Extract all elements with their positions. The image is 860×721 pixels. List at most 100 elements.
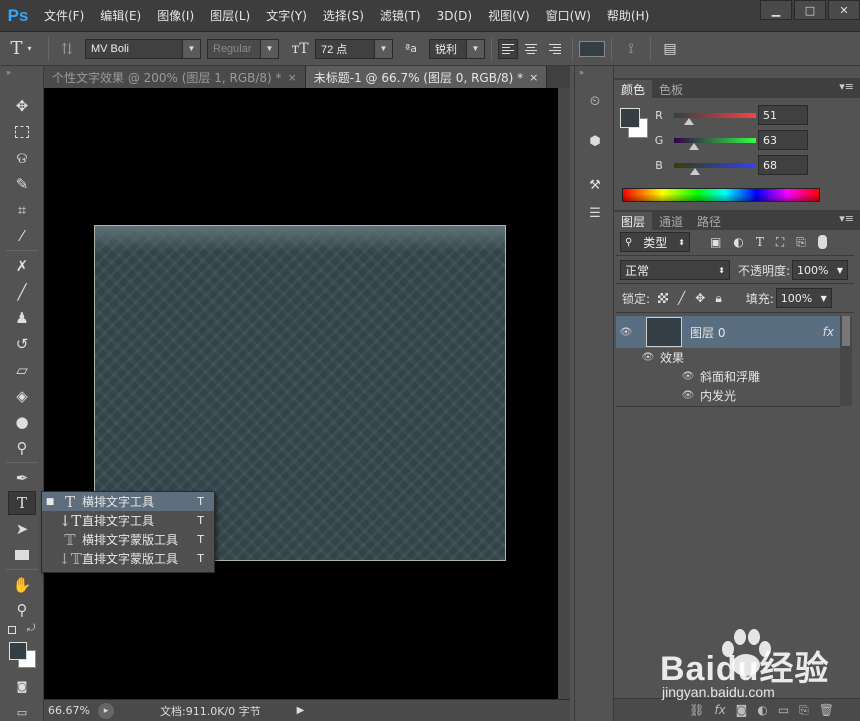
horizontal-type-mask-tool-item[interactable]: 𝕋 横排文字蒙版工具 T bbox=[42, 530, 214, 549]
toolbox-collapse-icon[interactable]: » bbox=[6, 68, 11, 77]
panel-menu-icon[interactable]: ▾≡ bbox=[839, 212, 854, 225]
blue-slider[interactable] bbox=[674, 162, 756, 175]
tab-swatches[interactable]: 色板 bbox=[652, 80, 690, 98]
menu-view[interactable]: 视图(V) bbox=[480, 2, 538, 30]
link-layers-icon[interactable]: ⛓ bbox=[689, 703, 704, 717]
tab-color[interactable]: 颜色 bbox=[614, 80, 653, 98]
red-slider[interactable] bbox=[674, 112, 756, 125]
fx-icon[interactable]: fx bbox=[823, 325, 834, 339]
antialias-select[interactable]: 锐利 ▼ bbox=[429, 38, 485, 59]
paint-bucket-tool-icon[interactable]: ◈ bbox=[8, 384, 36, 408]
color-panel-foreground-swatch[interactable] bbox=[620, 108, 640, 128]
new-layer-icon[interactable]: ⎘ bbox=[799, 703, 809, 718]
color-spectrum-bar[interactable] bbox=[622, 188, 820, 202]
lock-image-icon[interactable]: ╱ bbox=[678, 291, 685, 305]
tab-layers[interactable]: 图层 bbox=[614, 212, 653, 230]
tab-channels[interactable]: 通道 bbox=[652, 212, 690, 230]
filter-toggle-icon[interactable] bbox=[817, 235, 827, 249]
default-colors-icon[interactable] bbox=[8, 626, 16, 634]
layer-row[interactable]: 👁︎ 图层 0 fx bbox=[616, 316, 840, 348]
layer-filter-select[interactable]: ⚲ 类型 ⬍ bbox=[620, 232, 690, 252]
align-left-button[interactable] bbox=[498, 38, 518, 59]
quick-mask-icon[interactable]: ◙ bbox=[8, 674, 36, 698]
scroll-thumb[interactable] bbox=[842, 316, 850, 346]
quick-selection-tool-icon[interactable]: ✎ bbox=[8, 172, 36, 196]
foreground-color-swatch[interactable] bbox=[9, 642, 27, 660]
slider-thumb-icon[interactable] bbox=[684, 117, 694, 125]
fill-field[interactable]: 100% ▼ bbox=[775, 288, 832, 308]
eye-icon[interactable]: 👁︎ bbox=[616, 327, 636, 338]
effects-row[interactable]: 👁︎ 效果 bbox=[616, 348, 840, 367]
path-selection-tool-icon[interactable]: ➤ bbox=[8, 517, 36, 541]
menu-help[interactable]: 帮助(H) bbox=[599, 2, 657, 30]
vertical-type-mask-tool-item[interactable]: ↓𝕋 直排文字蒙版工具 T bbox=[42, 549, 214, 568]
screen-mode-icon[interactable]: ▭ bbox=[8, 700, 36, 721]
filter-pixel-icon[interactable]: ▣ bbox=[710, 235, 721, 249]
new-adjustment-icon[interactable]: ◐ bbox=[757, 703, 767, 717]
zoom-tool-icon[interactable]: ⚲ bbox=[8, 598, 36, 622]
warp-text-icon[interactable]: ⟟ bbox=[618, 41, 644, 57]
rectangle-tool-icon[interactable] bbox=[8, 543, 36, 567]
close-button[interactable]: ✕ bbox=[828, 0, 860, 20]
menu-window[interactable]: 窗口(W) bbox=[538, 2, 599, 30]
marquee-tool-icon[interactable] bbox=[8, 120, 36, 144]
new-group-icon[interactable]: ▭ bbox=[778, 703, 789, 717]
move-tool-icon[interactable]: ✥ bbox=[8, 94, 36, 118]
document-tab-2[interactable]: 未标题-1 @ 66.7% (图层 0, RGB/8) * × bbox=[305, 66, 548, 88]
canvas-area[interactable] bbox=[44, 88, 558, 699]
blur-tool-icon[interactable]: ● bbox=[8, 410, 36, 434]
swap-colors-icon[interactable]: ⤾ bbox=[27, 623, 35, 634]
green-value-field[interactable]: 63 bbox=[758, 130, 808, 150]
zoom-level[interactable]: 66.67% bbox=[48, 704, 92, 717]
effect-inner-glow-row[interactable]: 👁︎ 内发光 bbox=[616, 386, 840, 405]
red-value-field[interactable]: 51 bbox=[758, 105, 808, 125]
character-panel-icon[interactable]: ▤ bbox=[657, 41, 683, 57]
hand-tool-icon[interactable]: ✋ bbox=[8, 573, 36, 597]
minimize-button[interactable]: ▁ bbox=[760, 0, 792, 20]
brush-tool-icon[interactable]: ╱ bbox=[8, 280, 36, 304]
document-tab-1[interactable]: 个性文字效果 @ 200% (图层 1, RGB/8) * × bbox=[44, 66, 306, 88]
blue-value-field[interactable]: 68 bbox=[758, 155, 808, 175]
toggle-orientation-icon[interactable]: ⇅ bbox=[55, 40, 79, 58]
clone-stamp-tool-icon[interactable]: ♟ bbox=[8, 306, 36, 330]
slider-thumb-icon[interactable] bbox=[690, 167, 700, 175]
layer-name[interactable]: 图层 0 bbox=[690, 324, 725, 341]
lasso-tool-icon[interactable]: ଡ bbox=[8, 146, 36, 170]
menu-file[interactable]: 文件(F) bbox=[36, 2, 92, 30]
layers-scrollbar[interactable] bbox=[840, 316, 852, 406]
add-mask-icon[interactable]: ◙ bbox=[736, 703, 748, 717]
brush-presets-icon[interactable]: ⚒ bbox=[583, 174, 607, 196]
eye-icon[interactable]: 👁︎ bbox=[638, 352, 658, 363]
history-brush-tool-icon[interactable]: ↺ bbox=[8, 332, 36, 356]
filter-adjustment-icon[interactable]: ◐ bbox=[733, 235, 743, 249]
menu-select[interactable]: 选择(S) bbox=[315, 2, 372, 30]
blend-mode-select[interactable]: 正常 ⬍ bbox=[620, 260, 730, 280]
slider-thumb-icon[interactable] bbox=[689, 142, 699, 150]
strip-collapse-icon[interactable]: » bbox=[579, 68, 584, 77]
dodge-tool-icon[interactable]: ⚲ bbox=[8, 436, 36, 460]
lock-position-icon[interactable]: ✥ bbox=[695, 291, 705, 305]
type-tool-preset-icon[interactable]: T ▾ bbox=[0, 38, 42, 59]
close-tab-icon[interactable]: × bbox=[288, 71, 297, 84]
type-tool-icon[interactable]: T bbox=[8, 491, 36, 515]
panel-menu-icon[interactable]: ▾≡ bbox=[839, 80, 854, 93]
align-right-button[interactable] bbox=[546, 39, 566, 59]
adjustments-panel-icon[interactable]: ☰ bbox=[583, 202, 607, 224]
menu-image[interactable]: 图像(I) bbox=[149, 2, 202, 30]
filter-shape-icon[interactable]: ⛶ bbox=[776, 235, 784, 250]
font-size-select[interactable]: 72 点 ▼ bbox=[315, 38, 393, 59]
eye-icon[interactable]: 👁︎ bbox=[678, 371, 698, 382]
3d-panel-icon[interactable]: ⬢ bbox=[583, 130, 607, 152]
healing-brush-tool-icon[interactable]: ✗ bbox=[8, 254, 36, 278]
close-tab-icon[interactable]: × bbox=[529, 71, 538, 84]
green-slider[interactable] bbox=[674, 137, 756, 150]
tab-paths[interactable]: 路径 bbox=[690, 212, 728, 230]
text-color-swatch[interactable] bbox=[579, 40, 605, 57]
align-center-button[interactable] bbox=[522, 39, 542, 59]
menu-filter[interactable]: 滤镜(T) bbox=[372, 2, 429, 30]
eyedropper-tool-icon[interactable]: ⁄ bbox=[8, 224, 36, 248]
menu-edit[interactable]: 编辑(E) bbox=[92, 2, 149, 30]
delete-layer-icon[interactable]: 🗑︎ bbox=[819, 703, 834, 717]
eraser-tool-icon[interactable]: ▱ bbox=[8, 358, 36, 382]
eye-icon[interactable]: 👁︎ bbox=[678, 390, 698, 401]
